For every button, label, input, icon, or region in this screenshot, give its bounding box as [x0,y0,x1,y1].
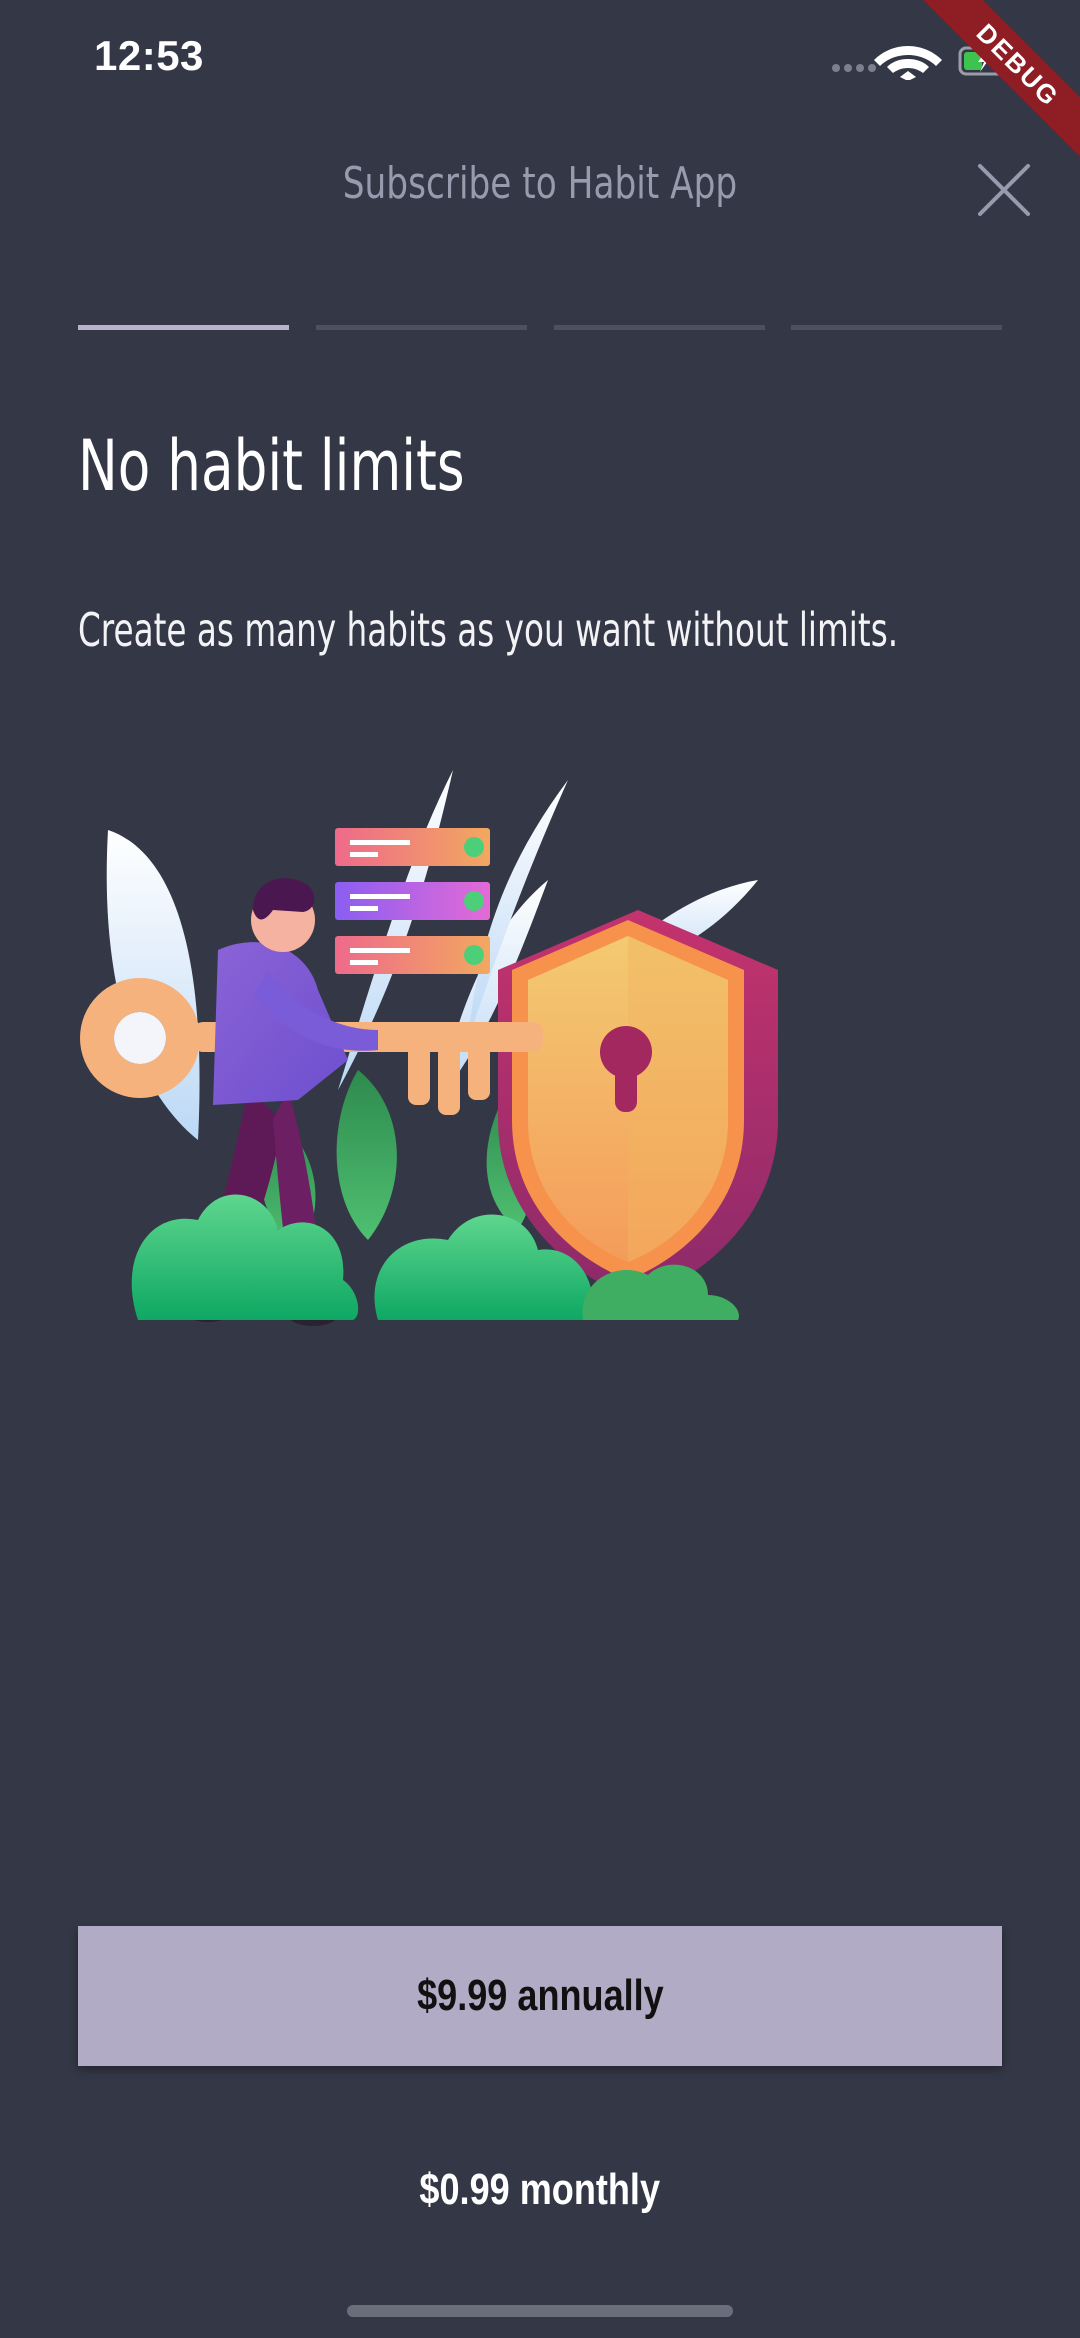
close-icon [978,164,1030,216]
monthly-subscription-button[interactable]: $0.99 monthly [78,2140,1002,2240]
feature-headline: No habit limits [78,425,465,507]
illustration-svg [80,770,778,1326]
cellular-signal-icon [832,64,876,72]
progress-step-1 [78,325,289,330]
person-key-shield-illustration [78,760,798,1340]
progress-step-3 [554,325,765,330]
status-icons [830,40,1020,81]
home-indicator[interactable] [347,2305,733,2317]
status-time: 12:53 [94,32,204,79]
annual-subscription-button[interactable]: $9.99 annually [78,1926,1002,2066]
status-bar: 12:53 [0,0,1080,120]
progress-step-4 [791,325,1002,330]
wifi-icon [874,46,942,81]
step-progress-indicator [78,325,1002,331]
monthly-subscription-label: $0.99 monthly [419,2165,661,2214]
battery-charging-icon [958,46,1010,76]
feature-description: Create as many habits as you want withou… [78,603,899,657]
progress-step-2 [316,325,527,330]
page-title: Subscribe to Habit App [342,158,738,209]
status-icons-svg [832,46,1010,81]
close-button[interactable] [974,160,1034,220]
annual-subscription-label: $9.99 annually [416,1971,664,2020]
